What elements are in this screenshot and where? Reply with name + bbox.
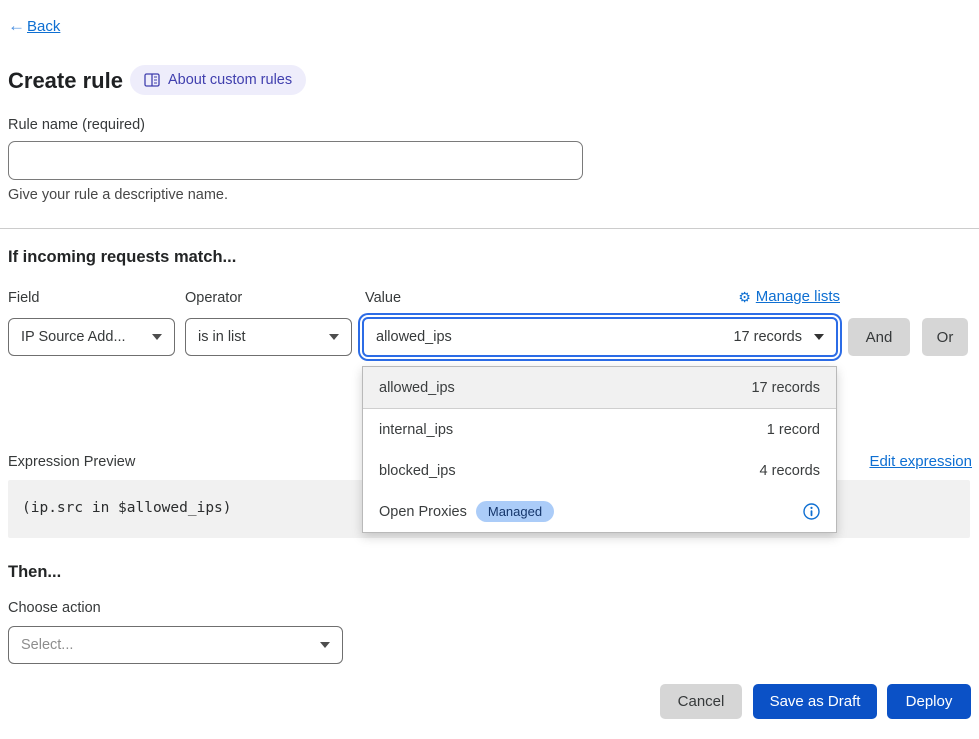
deploy-button[interactable]: Deploy xyxy=(887,684,971,719)
list-item-records: 1 record xyxy=(767,422,820,438)
value-label: Value xyxy=(365,290,401,306)
back-link[interactable]: ← Back xyxy=(8,16,60,36)
back-arrow-icon: ← xyxy=(8,16,25,36)
action-select-placeholder: Select... xyxy=(21,637,73,653)
list-item-name: blocked_ips xyxy=(379,463,456,479)
manage-lists-link[interactable]: ⚙ Manage lists xyxy=(738,288,840,305)
gear-icon: ⚙ xyxy=(738,290,751,304)
save-as-draft-button[interactable]: Save as Draft xyxy=(753,684,877,719)
list-item-name: internal_ips xyxy=(379,422,453,438)
book-icon xyxy=(144,73,160,87)
match-section-heading: If incoming requests match... xyxy=(8,248,236,267)
operator-select-value: is in list xyxy=(198,329,246,345)
managed-badge: Managed xyxy=(476,501,554,522)
choose-action-label: Choose action xyxy=(8,600,101,616)
chevron-down-icon xyxy=(814,334,824,340)
info-icon[interactable] xyxy=(803,503,820,520)
value-select-value: allowed_ips xyxy=(376,329,452,345)
create-rule-page: ← Back Create rule About custom rules Ru… xyxy=(0,0,979,739)
list-item-name: Open Proxies xyxy=(379,504,467,520)
field-select[interactable]: IP Source Add... xyxy=(8,318,175,356)
edit-expression-link[interactable]: Edit expression xyxy=(869,453,972,470)
list-item-records: 17 records xyxy=(751,380,820,396)
section-divider xyxy=(0,228,979,229)
expression-preview-label: Expression Preview xyxy=(8,454,135,470)
then-section-heading: Then... xyxy=(8,563,61,582)
about-custom-rules-label: About custom rules xyxy=(168,72,292,88)
list-item-open-proxies[interactable]: Open Proxies Managed xyxy=(363,491,836,532)
back-link-label: Back xyxy=(27,18,60,35)
value-dropdown-panel: allowed_ips 17 records internal_ips 1 re… xyxy=(362,366,837,533)
chevron-down-icon xyxy=(329,334,339,340)
rule-name-input[interactable] xyxy=(8,141,583,180)
list-item-name: allowed_ips xyxy=(379,380,455,396)
rule-name-label: Rule name (required) xyxy=(8,117,145,133)
chevron-down-icon xyxy=(320,642,330,648)
list-item-blocked-ips[interactable]: blocked_ips 4 records xyxy=(363,450,836,491)
list-item-records: 4 records xyxy=(760,463,820,479)
operator-select[interactable]: is in list xyxy=(185,318,352,356)
value-select[interactable]: allowed_ips 17 records xyxy=(362,317,838,357)
field-label: Field xyxy=(8,290,39,306)
list-item-allowed-ips[interactable]: allowed_ips 17 records xyxy=(363,367,836,409)
value-select-records: 17 records xyxy=(733,329,802,345)
list-item-internal-ips[interactable]: internal_ips 1 record xyxy=(363,409,836,450)
operator-label: Operator xyxy=(185,290,242,306)
manage-lists-label: Manage lists xyxy=(756,288,840,305)
rule-name-helper: Give your rule a descriptive name. xyxy=(8,187,228,203)
page-title: Create rule xyxy=(8,68,123,94)
and-button[interactable]: And xyxy=(848,318,910,356)
action-select[interactable]: Select... xyxy=(8,626,343,664)
cancel-button[interactable]: Cancel xyxy=(660,684,742,719)
field-select-value: IP Source Add... xyxy=(21,329,126,345)
chevron-down-icon xyxy=(152,334,162,340)
about-custom-rules-link[interactable]: About custom rules xyxy=(130,65,306,95)
or-button[interactable]: Or xyxy=(922,318,968,356)
